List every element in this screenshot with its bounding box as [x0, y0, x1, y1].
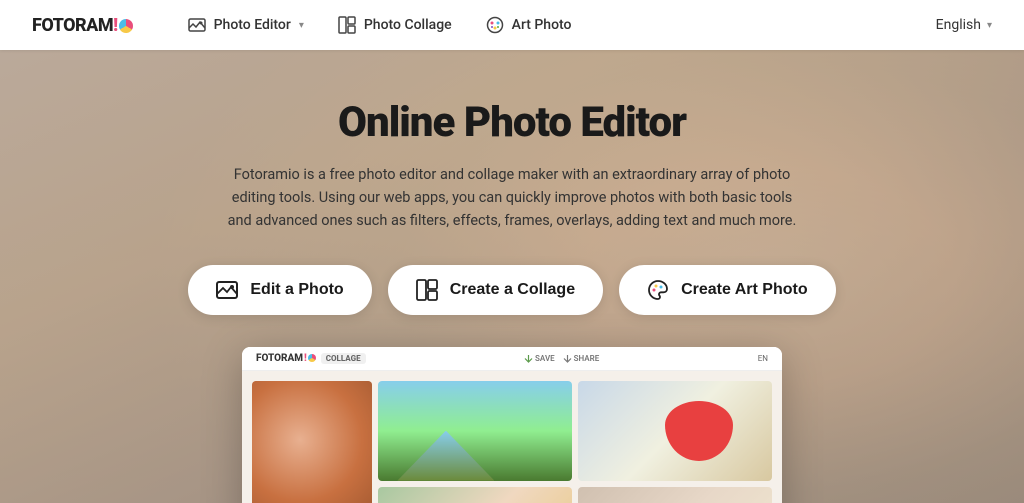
- mockup-lang: EN: [758, 354, 768, 363]
- mockup-save[interactable]: SAVE: [524, 354, 555, 363]
- edit-photo-label: Edit a Photo: [250, 281, 343, 299]
- language-label: English: [936, 17, 981, 33]
- collage-btn-icon: [416, 279, 438, 301]
- logo-o: [119, 19, 133, 33]
- image-icon: [216, 279, 238, 301]
- mockup-logo-o: [308, 354, 316, 362]
- nav-photo-collage-label: Photo Collage: [364, 17, 452, 33]
- hero-subtitle: Fotoramio is a free photo editor and col…: [222, 163, 802, 233]
- language-selector[interactable]: English ▾: [936, 17, 992, 33]
- mockup-actions: SAVE SHARE: [524, 354, 599, 363]
- mockup-save-label: SAVE: [535, 354, 555, 363]
- mockup-photo-4: [378, 487, 572, 503]
- preview-mockup: FOTORAM! COLLAGE SAVE SHARE EN: [242, 347, 782, 503]
- chevron-down-icon: ▾: [299, 20, 304, 31]
- mockup-canvas: [242, 371, 782, 503]
- mockup-photo-5: [578, 487, 772, 503]
- mockup-photo-2: [378, 381, 572, 481]
- collage-icon: [336, 14, 358, 36]
- nav-photo-editor-label: Photo Editor: [214, 17, 291, 33]
- hero-content: Online Photo Editor Fotoramio is a free …: [0, 50, 1024, 503]
- photo-editor-icon: [186, 14, 208, 36]
- mockup-toolbar: FOTORAM! COLLAGE SAVE SHARE EN: [242, 347, 782, 371]
- hero-section: Online Photo Editor Fotoramio is a free …: [0, 50, 1024, 503]
- create-art-photo-button[interactable]: Create Art Photo: [619, 265, 836, 315]
- navigation: FOTORAM! Photo Editor ▾: [0, 0, 1024, 50]
- mockup-share-label: SHARE: [574, 354, 600, 363]
- nav-item-photo-editor[interactable]: Photo Editor ▾: [174, 8, 316, 42]
- nav-item-photo-collage[interactable]: Photo Collage: [324, 8, 464, 42]
- mockup-logo: FOTORAM! COLLAGE: [256, 353, 366, 364]
- mockup-share[interactable]: SHARE: [563, 354, 600, 363]
- hero-title: Online Photo Editor: [338, 98, 686, 147]
- create-collage-button[interactable]: Create a Collage: [388, 265, 603, 315]
- nav-art-photo-label: Art Photo: [512, 17, 572, 33]
- edit-photo-button[interactable]: Edit a Photo: [188, 265, 371, 315]
- logo-exclaim: !: [113, 15, 117, 36]
- nav-menu: Photo Editor ▾ Photo Collage: [174, 8, 936, 42]
- mockup-badge: COLLAGE: [321, 353, 366, 364]
- create-art-photo-label: Create Art Photo: [681, 281, 808, 299]
- hero-buttons: Edit a Photo Create a Collage: [188, 265, 835, 315]
- nav-item-art-photo[interactable]: Art Photo: [472, 8, 584, 42]
- palette-icon: [647, 279, 669, 301]
- create-collage-label: Create a Collage: [450, 281, 575, 299]
- language-chevron-icon: ▾: [987, 20, 992, 31]
- art-icon: [484, 14, 506, 36]
- mockup-photo-1: [252, 381, 372, 503]
- mockup-photo-3: [578, 381, 772, 481]
- logo[interactable]: FOTORAM!: [32, 15, 134, 36]
- logo-text: FOTORAM!: [32, 15, 134, 36]
